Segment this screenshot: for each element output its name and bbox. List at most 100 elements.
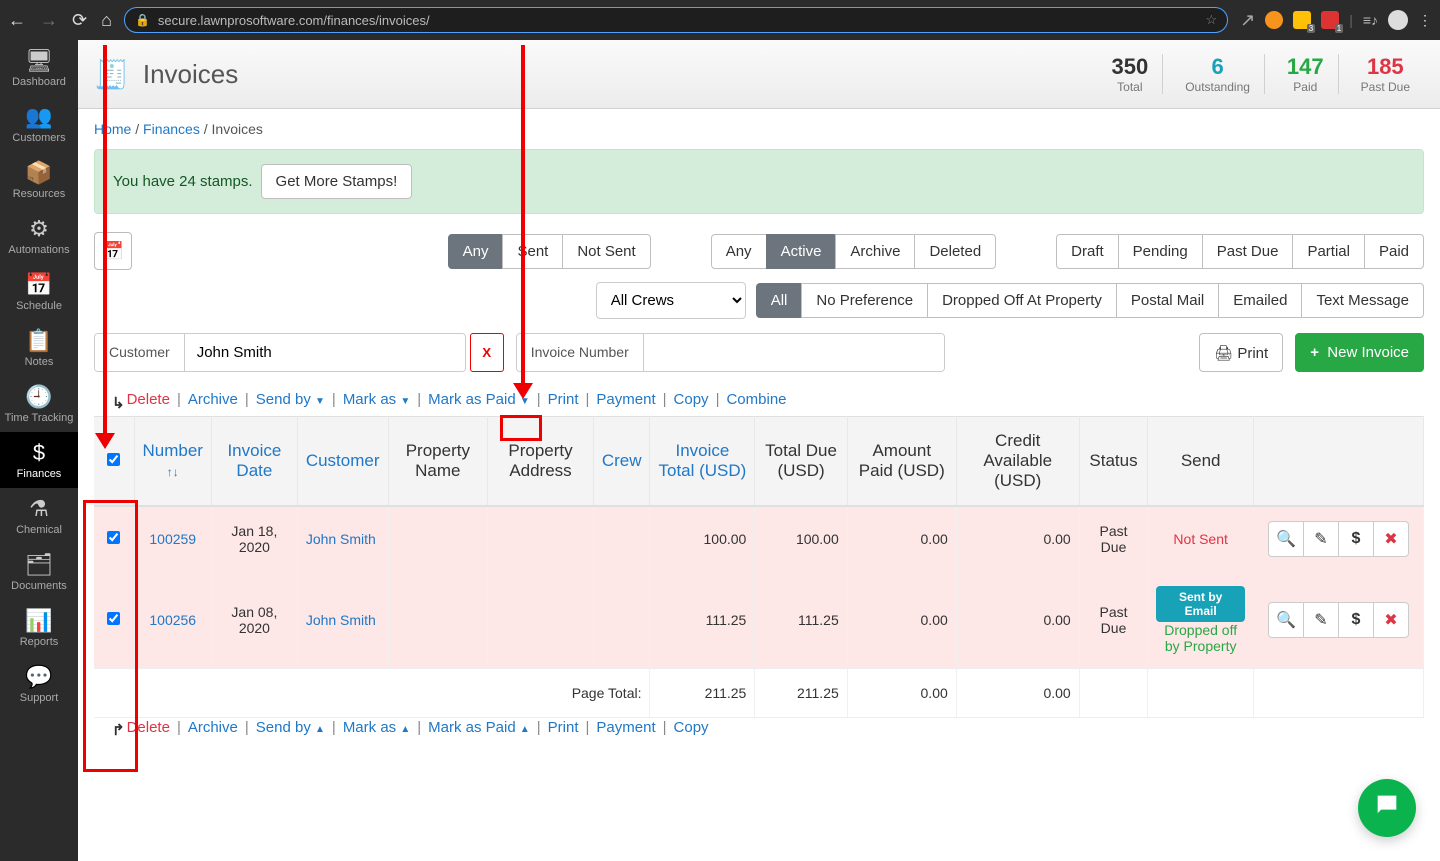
invoice-number-link[interactable]: 100259 bbox=[149, 531, 196, 547]
action-print[interactable]: Print bbox=[548, 391, 579, 408]
filter-draft[interactable]: Draft bbox=[1056, 234, 1119, 269]
col-customer[interactable]: Customer bbox=[297, 417, 388, 507]
filter-paid[interactable]: Paid bbox=[1364, 234, 1424, 269]
forward-icon[interactable]: → bbox=[40, 10, 58, 31]
payment-button[interactable]: $ bbox=[1338, 521, 1374, 557]
col-total[interactable]: Invoice Total (USD) bbox=[650, 417, 755, 507]
action-delete[interactable]: Delete bbox=[127, 391, 170, 408]
invoice-number-input[interactable] bbox=[644, 334, 944, 371]
delete-row-button[interactable]: ✖ bbox=[1373, 602, 1409, 638]
extension-icon[interactable]: 3 bbox=[1293, 11, 1311, 29]
col-propname[interactable]: Property Name bbox=[388, 417, 488, 507]
filter-partial[interactable]: Partial bbox=[1292, 234, 1365, 269]
sidebar-item-schedule[interactable]: 📅Schedule bbox=[0, 264, 78, 320]
filter-status-archive[interactable]: Archive bbox=[835, 234, 915, 269]
action-markpaid[interactable]: Mark as Paid ▲ bbox=[428, 719, 530, 736]
delete-row-button[interactable]: ✖ bbox=[1373, 521, 1409, 557]
filter-status-deleted[interactable]: Deleted bbox=[914, 234, 996, 269]
view-button[interactable]: 🔍 bbox=[1268, 602, 1304, 638]
customer-link[interactable]: John Smith bbox=[306, 531, 376, 547]
sidebar-item-automations[interactable]: ⚙Automations bbox=[0, 208, 78, 264]
home-icon[interactable]: ⌂ bbox=[101, 10, 112, 31]
filter-pref-drop[interactable]: Dropped Off At Property bbox=[927, 283, 1117, 318]
action-payment[interactable]: Payment bbox=[596, 391, 655, 408]
filter-pending[interactable]: Pending bbox=[1118, 234, 1203, 269]
edit-button[interactable]: ✎ bbox=[1303, 602, 1339, 638]
intercom-chat-button[interactable] bbox=[1358, 779, 1416, 837]
stat-past-due[interactable]: 185Past Due bbox=[1347, 54, 1424, 94]
filter-pref-text[interactable]: Text Message bbox=[1301, 283, 1424, 318]
action-markas[interactable]: Mark as ▲ bbox=[343, 719, 410, 736]
sidebar-item-time-tracking[interactable]: 🕘Time Tracking bbox=[0, 376, 78, 432]
action-sendby[interactable]: Send by ▼ bbox=[256, 391, 325, 408]
filter-sent-sent[interactable]: Sent bbox=[502, 234, 563, 269]
action-combine[interactable]: Combine bbox=[726, 391, 786, 408]
back-icon[interactable]: ← bbox=[8, 10, 26, 31]
sidebar-item-documents[interactable]: 🗂Documents bbox=[0, 544, 78, 600]
clear-customer-button[interactable]: X bbox=[470, 333, 504, 372]
filter-status-any[interactable]: Any bbox=[711, 234, 767, 269]
crumb-home[interactable]: Home bbox=[94, 121, 131, 137]
date-range-button[interactable]: 📅 bbox=[94, 232, 132, 270]
action-archive[interactable]: Archive bbox=[188, 719, 238, 736]
sidebar-item-reports[interactable]: 📊Reports bbox=[0, 600, 78, 656]
customer-link[interactable]: John Smith bbox=[306, 612, 376, 628]
filter-sent-notsent[interactable]: Not Sent bbox=[562, 234, 650, 269]
filter-pref-postal[interactable]: Postal Mail bbox=[1116, 283, 1219, 318]
col-paid[interactable]: Amount Paid (USD) bbox=[847, 417, 956, 507]
sidebar-item-customers[interactable]: 👥Customers bbox=[0, 96, 78, 152]
profile-avatar[interactable] bbox=[1388, 10, 1408, 30]
action-markpaid[interactable]: Mark as Paid ▼ bbox=[428, 391, 530, 408]
action-copy[interactable]: Copy bbox=[674, 719, 709, 736]
stat-paid[interactable]: 147Paid bbox=[1273, 54, 1339, 94]
col-date[interactable]: Invoice Date bbox=[211, 417, 297, 507]
customer-search-input[interactable] bbox=[185, 334, 465, 371]
filter-status-active[interactable]: Active bbox=[766, 234, 837, 269]
payment-button[interactable]: $ bbox=[1338, 602, 1374, 638]
action-sendby[interactable]: Send by ▲ bbox=[256, 719, 325, 736]
view-button[interactable]: 🔍 bbox=[1268, 521, 1304, 557]
address-bar[interactable]: 🔒 secure.lawnprosoftware.com/finances/in… bbox=[124, 7, 1228, 33]
action-delete[interactable]: Delete bbox=[127, 719, 170, 736]
star-icon[interactable]: ☆ bbox=[1205, 12, 1217, 28]
filter-pref-email[interactable]: Emailed bbox=[1218, 283, 1302, 318]
invoice-number-link[interactable]: 100256 bbox=[149, 612, 196, 628]
select-all-checkbox[interactable] bbox=[107, 453, 120, 466]
sidebar-item-resources[interactable]: 📦Resources bbox=[0, 152, 78, 208]
filter-pref-none[interactable]: No Preference bbox=[801, 283, 928, 318]
sidebar-item-notes[interactable]: 📋Notes bbox=[0, 320, 78, 376]
playlist-icon[interactable]: ≡♪ bbox=[1363, 12, 1378, 28]
extension-icon[interactable]: 1 bbox=[1321, 11, 1339, 29]
sidebar-item-dashboard[interactable]: 🖥Dashboard bbox=[0, 40, 78, 96]
filter-pref-all[interactable]: All bbox=[756, 283, 803, 318]
action-copy[interactable]: Copy bbox=[674, 391, 709, 408]
menu-icon[interactable]: ⋮ bbox=[1418, 12, 1432, 29]
edit-button[interactable]: ✎ bbox=[1303, 521, 1339, 557]
action-print[interactable]: Print bbox=[548, 719, 579, 736]
action-archive[interactable]: Archive bbox=[188, 391, 238, 408]
sidebar-item-support[interactable]: 💬Support bbox=[0, 656, 78, 712]
col-status[interactable]: Status bbox=[1079, 417, 1148, 507]
new-invoice-button[interactable]: + New Invoice bbox=[1295, 333, 1424, 372]
row-checkbox[interactable] bbox=[107, 531, 120, 544]
sidebar-item-chemical[interactable]: ⚗Chemical bbox=[0, 488, 78, 544]
print-button[interactable]: 🖨 Print bbox=[1199, 333, 1283, 372]
action-markas[interactable]: Mark as ▼ bbox=[343, 391, 410, 408]
crumb-finances[interactable]: Finances bbox=[143, 121, 200, 137]
crew-select[interactable]: All Crews bbox=[596, 282, 746, 319]
extension-icon[interactable] bbox=[1265, 11, 1283, 29]
col-send[interactable]: Send bbox=[1148, 417, 1254, 507]
reload-icon[interactable]: ⟳ bbox=[72, 10, 87, 31]
get-more-stamps-button[interactable]: Get More Stamps! bbox=[261, 164, 413, 199]
col-propaddr[interactable]: Property Address bbox=[488, 417, 594, 507]
col-credit[interactable]: Credit Available (USD) bbox=[956, 417, 1079, 507]
action-payment[interactable]: Payment bbox=[596, 719, 655, 736]
row-checkbox[interactable] bbox=[107, 612, 120, 625]
col-number[interactable]: Number↑↓ bbox=[134, 417, 211, 507]
extension-icon[interactable]: ↗ bbox=[1240, 10, 1255, 31]
sidebar-item-finances[interactable]: $Finances bbox=[0, 432, 78, 488]
stat-outstanding[interactable]: 6Outstanding bbox=[1171, 54, 1265, 94]
filter-sent-any[interactable]: Any bbox=[448, 234, 504, 269]
stat-total[interactable]: 350Total bbox=[1097, 54, 1163, 94]
filter-past-due[interactable]: Past Due bbox=[1202, 234, 1294, 269]
